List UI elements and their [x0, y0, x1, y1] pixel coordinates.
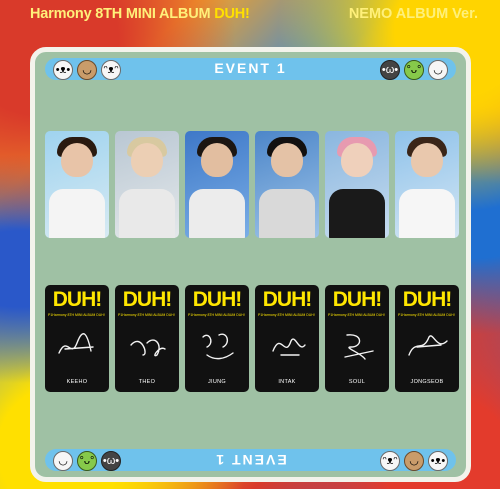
album-title-highlight: DUH! [214, 6, 250, 22]
duh-logo: DUH! [122, 288, 173, 311]
member-name: INTAK [278, 379, 296, 385]
signature-icon [130, 339, 166, 357]
signed-photocard: DUH! P1Harmony 8TH MINI ALBUM DUH! JONGSEO… [395, 285, 459, 392]
duh-logo: DUH! [262, 288, 313, 311]
photocard-subtitle: P1Harmony 8TH MINI ALBUM DUH! [258, 313, 315, 317]
signed-photocard: DUH! P1Harmony 8TH MINI ALBUM DUH! THEO [115, 285, 179, 392]
signed-photocard: DUH! P1Harmony 8TH MINI ALBUM DUH! INTAK [255, 285, 319, 392]
character-icons-bottom-right: ᵔᴥᵔ ◡ •ᴥ• [380, 451, 448, 471]
black-cat-character-icon: •ω• [380, 60, 400, 80]
member-photo [115, 131, 179, 238]
album-title: Harmony 8TH MINI ALBUM DUH! [30, 6, 250, 22]
bread-character-icon: ◡ [404, 451, 424, 471]
member-name: JONGSEOB [410, 379, 444, 385]
header: Harmony 8TH MINI ALBUM DUH! NEMO ALBUM V… [0, 0, 500, 34]
photocard-subtitle: P1Harmony 8TH MINI ALBUM DUH! [398, 313, 455, 317]
member-photo [255, 131, 319, 238]
photocard-subtitle: P1Harmony 8TH MINI ALBUM DUH! [48, 313, 105, 317]
signature-icon [408, 335, 448, 356]
signed-photocard: DUH! P1Harmony 8TH MINI ALBUM DUH! SOUL [325, 285, 389, 392]
member-name: JIUNG [208, 379, 226, 385]
bear-character-icon: •ᴥ• [428, 451, 448, 471]
character-icons-right: •ω• °ᴗ° ◡ [380, 60, 448, 80]
member-photo [325, 131, 389, 238]
photocard-subtitle: P1Harmony 8TH MINI ALBUM DUH! [188, 313, 245, 317]
signature-icon [344, 334, 374, 360]
signature-icon [272, 338, 306, 356]
duh-logo: DUH! [332, 288, 383, 311]
event-card: •ᴥ• ◡ ᵔᴥᵔ EVENT 1 •ω• °ᴗ° ◡ DUH! P1Harmo… [30, 47, 471, 482]
signed-photocard: DUH! P1Harmony 8TH MINI ALBUM DUH! KEEHO [45, 285, 109, 392]
member-name: SOUL [348, 379, 366, 385]
member-photo [45, 131, 109, 238]
album-version: NEMO ALBUM Ver. [348, 6, 478, 22]
member-photo [395, 131, 459, 238]
signed-photocard-row: DUH! P1Harmony 8TH MINI ALBUM DUH! KEEHO DU… [45, 285, 459, 392]
event-bar-bottom: ◡ °ᴗ° •ω• EVENT 1 ᵔᴥᵔ ◡ •ᴥ• [45, 449, 456, 471]
member-photo-row [45, 131, 459, 238]
album-title-prefix: Harmony 8TH MINI ALBUM [30, 6, 215, 22]
signed-photocard: DUH! P1Harmony 8TH MINI ALBUM DUH! JIUNG [185, 285, 249, 392]
frog-character-icon: °ᴗ° [404, 60, 424, 80]
signature-icon [202, 333, 234, 360]
photocard-subtitle: P1Harmony 8TH MINI ALBUM DUH! [328, 313, 385, 317]
cloud-character-icon: ◡ [428, 60, 448, 80]
duh-logo: DUH! [52, 288, 103, 311]
cat-character-icon: ᵔᴥᵔ [380, 451, 400, 471]
event-bar-top: •ᴥ• ◡ ᵔᴥᵔ EVENT 1 •ω• °ᴗ° ◡ [45, 58, 456, 80]
member-name: KEEHO [66, 379, 88, 385]
signature-icon [58, 333, 94, 354]
member-name: THEO [138, 379, 156, 385]
duh-logo: DUH! [192, 288, 243, 311]
duh-logo: DUH! [402, 288, 453, 311]
photocard-subtitle: P1Harmony 8TH MINI ALBUM DUH! [118, 313, 175, 317]
member-photo [185, 131, 249, 238]
